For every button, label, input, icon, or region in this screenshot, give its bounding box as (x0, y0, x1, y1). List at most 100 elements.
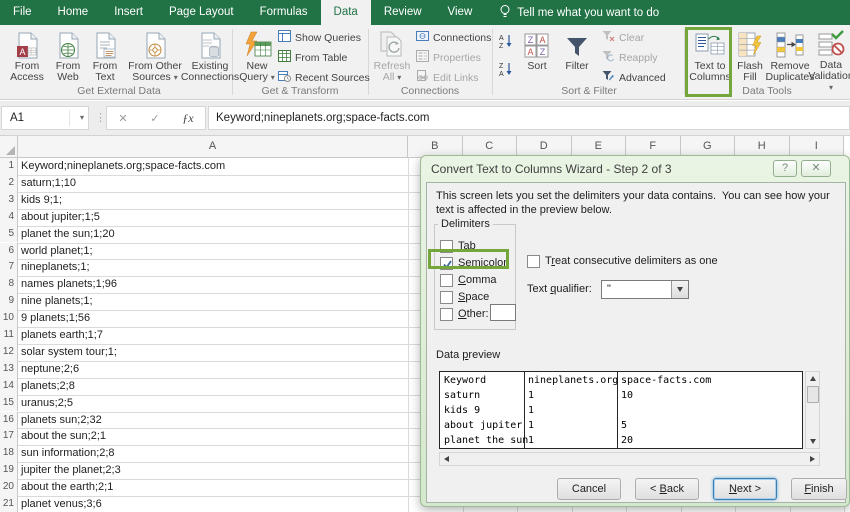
clear-button[interactable]: Clear (602, 30, 666, 45)
text-qualifier-dropdown-button[interactable] (671, 281, 688, 298)
row-header-17[interactable]: 17 (0, 428, 18, 445)
select-all-corner[interactable] (0, 136, 18, 158)
tab-data[interactable]: Data (321, 0, 371, 25)
row-header-9[interactable]: 9 (0, 293, 18, 310)
delimiter-checkbox-other[interactable] (440, 308, 453, 321)
preview-vertical-scrollbar[interactable] (805, 371, 820, 449)
show-queries-button[interactable]: Show Queries (278, 30, 370, 45)
name-box-dropdown-icon[interactable]: ▾ (80, 107, 84, 129)
row-header-1[interactable]: 1 (0, 158, 18, 175)
delimiter-row-space[interactable]: Space (440, 290, 489, 304)
enter-formula-icon[interactable]: ✓ (150, 112, 159, 125)
row-header-20[interactable]: 20 (0, 479, 18, 496)
cell-A3[interactable]: kids 9;1; (21, 192, 62, 209)
advanced-button[interactable]: Advanced (602, 70, 666, 85)
sort-az-button[interactable]: AZ (498, 33, 513, 53)
cell-A4[interactable]: about jupiter;1;5 (21, 209, 100, 226)
row-header-12[interactable]: 12 (0, 344, 18, 361)
cell-A17[interactable]: about the sun;2;1 (21, 428, 106, 445)
scroll-right-button[interactable] (806, 453, 819, 465)
existing-connections-button[interactable]: Existing Connections (188, 27, 232, 93)
cell-A11[interactable]: planets earth;1;7 (21, 327, 103, 344)
vertical-scroll-thumb[interactable] (807, 386, 819, 403)
tab-file[interactable]: File (0, 0, 45, 25)
finish-button[interactable]: Finish (791, 478, 847, 500)
delimiter-checkbox-comma[interactable] (440, 274, 453, 287)
cell-A10[interactable]: 9 planets;1;56 (21, 310, 90, 327)
row-header-2[interactable]: 2 (0, 175, 18, 192)
tab-home[interactable]: Home (45, 0, 102, 25)
refresh-all-button[interactable]: Refresh All ▾ (372, 27, 412, 93)
cell-A12[interactable]: solar system tour;1; (21, 344, 117, 361)
delimiter-row-other[interactable]: Other: (440, 307, 489, 321)
scroll-down-button[interactable] (806, 435, 819, 448)
row-header-10[interactable]: 10 (0, 310, 18, 327)
row-header-7[interactable]: 7 (0, 259, 18, 276)
edit-links-button[interactable]: Edit Links (416, 70, 491, 85)
cell-A16[interactable]: planets sun;2;32 (21, 412, 102, 429)
cell-A2[interactable]: saturn;1;10 (21, 175, 76, 192)
cell-A21[interactable]: planet venus;3;6 (21, 496, 102, 512)
delimiter-checkbox-space[interactable] (440, 291, 453, 304)
recent-sources-button[interactable]: Recent Sources (278, 70, 370, 85)
data-validation-button[interactable]: Data Validation ▾ (813, 27, 849, 93)
from-web-button[interactable]: From Web (50, 27, 86, 93)
cell-A19[interactable]: jupiter the planet;2;3 (21, 462, 121, 479)
cell-A7[interactable]: nineplanets;1; (21, 259, 90, 276)
row-header-6[interactable]: 6 (0, 243, 18, 260)
back-button[interactable]: < Back (635, 478, 699, 500)
cell-A1[interactable]: Keyword;nineplanets.org;space-facts.com (21, 158, 225, 175)
sort-za-button[interactable]: ZA (498, 61, 513, 81)
cell-A18[interactable]: sun information;2;8 (21, 445, 115, 462)
cell-A9[interactable]: nine planets;1; (21, 293, 93, 310)
cell-A8[interactable]: names planets;1;96 (21, 276, 117, 293)
cell-A6[interactable]: world planet;1; (21, 243, 93, 260)
row-header-8[interactable]: 8 (0, 276, 18, 293)
row-header-21[interactable]: 21 (0, 496, 18, 512)
delimiter-row-comma[interactable]: Comma (440, 273, 497, 287)
tab-insert[interactable]: Insert (101, 0, 156, 25)
name-box[interactable]: A1 ▾ (1, 106, 89, 130)
cell-A20[interactable]: about the earth;2;1 (21, 479, 113, 496)
tab-page-layout[interactable]: Page Layout (156, 0, 247, 25)
insert-function-icon[interactable]: ƒx (182, 111, 193, 126)
new-query-button[interactable]: New Query ▾ (238, 27, 276, 93)
from-other-sources-button[interactable]: From Other Sources ▾ (124, 27, 186, 93)
properties-button[interactable]: Properties (416, 50, 491, 65)
row-header-4[interactable]: 4 (0, 209, 18, 226)
cell-A15[interactable]: uranus;2;5 (21, 395, 73, 412)
row-header-15[interactable]: 15 (0, 395, 18, 412)
reapply-button[interactable]: Reapply (602, 50, 666, 65)
dialog-close-button[interactable]: ✕ (801, 160, 831, 177)
row-header-14[interactable]: 14 (0, 378, 18, 395)
treat-consecutive-row[interactable]: Treat consecutive delimiters as one (527, 254, 718, 268)
next-button[interactable]: Next > (713, 478, 777, 500)
text-qualifier-dropdown[interactable]: " (601, 280, 689, 299)
cell-A13[interactable]: neptune;2;6 (21, 361, 79, 378)
scroll-left-button[interactable] (440, 453, 453, 465)
row-header-19[interactable]: 19 (0, 462, 18, 479)
treat-consecutive-checkbox[interactable] (527, 255, 540, 268)
scroll-up-button[interactable] (806, 372, 819, 385)
sort-button[interactable]: ZAAZ Sort (519, 27, 555, 93)
preview-horizontal-scrollbar[interactable] (439, 452, 820, 466)
cell-A14[interactable]: planets;2;8 (21, 378, 75, 395)
dialog-help-button[interactable]: ? (773, 160, 797, 177)
cancel-button[interactable]: Cancel (557, 478, 621, 500)
tab-formulas[interactable]: Formulas (247, 0, 321, 25)
row-header-16[interactable]: 16 (0, 412, 18, 429)
from-table-button[interactable]: From Table (278, 50, 370, 65)
formula-input[interactable]: Keyword;nineplanets.org;space-facts.com (208, 106, 850, 130)
remove-duplicates-button[interactable]: Remove Duplicates (767, 27, 813, 93)
cell-A5[interactable]: planet the sun;1;20 (21, 226, 115, 243)
from-text-button[interactable]: From Text (88, 27, 122, 93)
flash-fill-button[interactable]: Flash Fill (733, 27, 767, 93)
connections-button[interactable]: Connections (416, 30, 491, 45)
other-delimiter-input[interactable] (490, 304, 516, 321)
filter-button[interactable]: Filter (557, 27, 597, 93)
row-header-11[interactable]: 11 (0, 327, 18, 344)
column-header-A[interactable]: A (18, 136, 408, 158)
row-header-13[interactable]: 13 (0, 361, 18, 378)
from-access-button[interactable]: A From Access (6, 27, 48, 93)
tell-me-box[interactable]: Tell me what you want to do (499, 0, 659, 25)
